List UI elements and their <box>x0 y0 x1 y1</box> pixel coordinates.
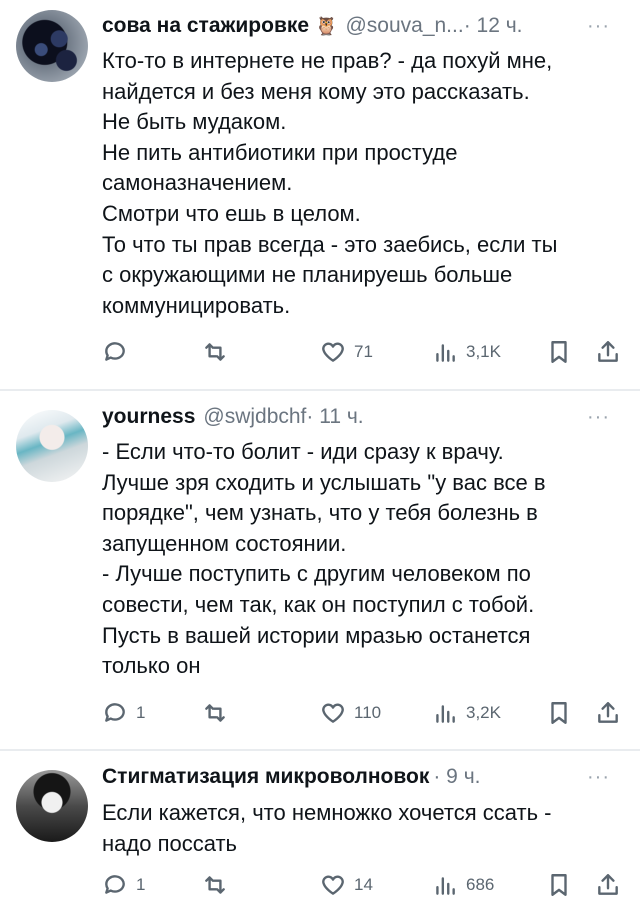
retweet-icon <box>205 343 225 361</box>
share-icon <box>598 874 618 895</box>
like-count: 14 <box>354 875 373 894</box>
views-icon <box>436 705 455 723</box>
views-button[interactable]: 3,2K <box>432 700 501 726</box>
retweet-icon <box>205 704 225 722</box>
author-name[interactable]: yourness <box>102 405 195 429</box>
more-options-icon[interactable]: ··· <box>587 15 610 38</box>
share-button[interactable] <box>595 339 621 365</box>
views-count: 3,1K <box>466 342 501 361</box>
more-options-icon[interactable]: ··· <box>587 406 610 429</box>
tweet-header: сова на стажировке 🦉 @souva_n... · 12 ч.… <box>102 14 624 38</box>
views-count: 686 <box>466 875 495 894</box>
bookmark-button[interactable] <box>546 700 572 726</box>
views-count: 3,2K <box>466 703 501 722</box>
avatar[interactable] <box>16 410 88 482</box>
like-count: 110 <box>354 703 382 722</box>
bookmark-icon <box>551 874 567 896</box>
retweet-button[interactable] <box>202 872 228 898</box>
more-options-icon[interactable]: ··· <box>587 766 610 789</box>
like-button[interactable]: 71 <box>320 339 373 365</box>
tweet-text: - Если что-то болит - иди сразу к врачу.… <box>102 439 546 679</box>
reply-button[interactable]: 1 <box>102 872 145 898</box>
reply-count: 1 <box>136 875 146 894</box>
tweet-header: Стигматизация микроволновок · 9 ч. ··· <box>102 765 624 789</box>
timestamp[interactable]: · 12 ч. <box>464 14 523 38</box>
tweet-actions: 71 3,1K <box>102 339 622 369</box>
reply-count: 1 <box>136 703 146 722</box>
reply-icon <box>105 875 125 894</box>
author-name[interactable]: сова на стажировке <box>102 14 309 38</box>
share-button[interactable] <box>595 872 621 898</box>
share-icon <box>598 702 618 723</box>
owl-emoji-icon: 🦉 <box>315 15 338 36</box>
views-icon <box>436 344 455 362</box>
avatar[interactable] <box>16 770 88 842</box>
views-icon <box>436 877 455 895</box>
author-name[interactable]: Стигматизация микроволновок <box>102 765 429 789</box>
bookmark-button[interactable] <box>546 339 572 365</box>
retweet-button[interactable] <box>202 339 228 365</box>
timestamp[interactable]: · 11 ч. <box>306 405 363 429</box>
tweet-actions: 1 14 686 <box>102 872 622 902</box>
views-button[interactable]: 686 <box>432 872 494 898</box>
author-handle[interactable]: @swjdbchf <box>203 405 306 429</box>
timestamp[interactable]: · 9 ч. <box>433 765 480 789</box>
reply-icon <box>105 342 125 361</box>
share-icon <box>598 341 618 362</box>
heart-icon <box>322 875 344 895</box>
like-button[interactable]: 14 <box>320 872 373 898</box>
share-button[interactable] <box>595 700 621 726</box>
bookmark-icon <box>551 702 567 724</box>
views-button[interactable]: 3,1K <box>432 339 501 365</box>
tweet-text: Если кажется, что немножко хочется ссать… <box>102 800 552 856</box>
heart-icon <box>322 342 344 362</box>
tweet[interactable]: сова на стажировке 🦉 @souva_n... · 12 ч.… <box>0 0 640 390</box>
reply-icon <box>105 703 125 722</box>
reply-button[interactable] <box>102 339 136 365</box>
bookmark-button[interactable] <box>546 872 572 898</box>
tweet-actions: 1 110 3,2K <box>102 700 622 730</box>
avatar[interactable] <box>16 10 88 82</box>
author-handle[interactable]: @souva_n... <box>345 14 463 38</box>
retweet-icon <box>205 876 225 894</box>
reply-button[interactable]: 1 <box>102 700 145 726</box>
like-button[interactable]: 110 <box>320 700 381 726</box>
retweet-button[interactable] <box>202 700 228 726</box>
bookmark-icon <box>551 341 567 363</box>
like-count: 71 <box>354 342 373 361</box>
heart-icon <box>322 703 344 723</box>
tweet-text: Кто-то в интернете не прав? - да похуй м… <box>102 48 558 318</box>
tweet-header: yourness @swjdbchf · 11 ч. ··· <box>102 405 624 429</box>
